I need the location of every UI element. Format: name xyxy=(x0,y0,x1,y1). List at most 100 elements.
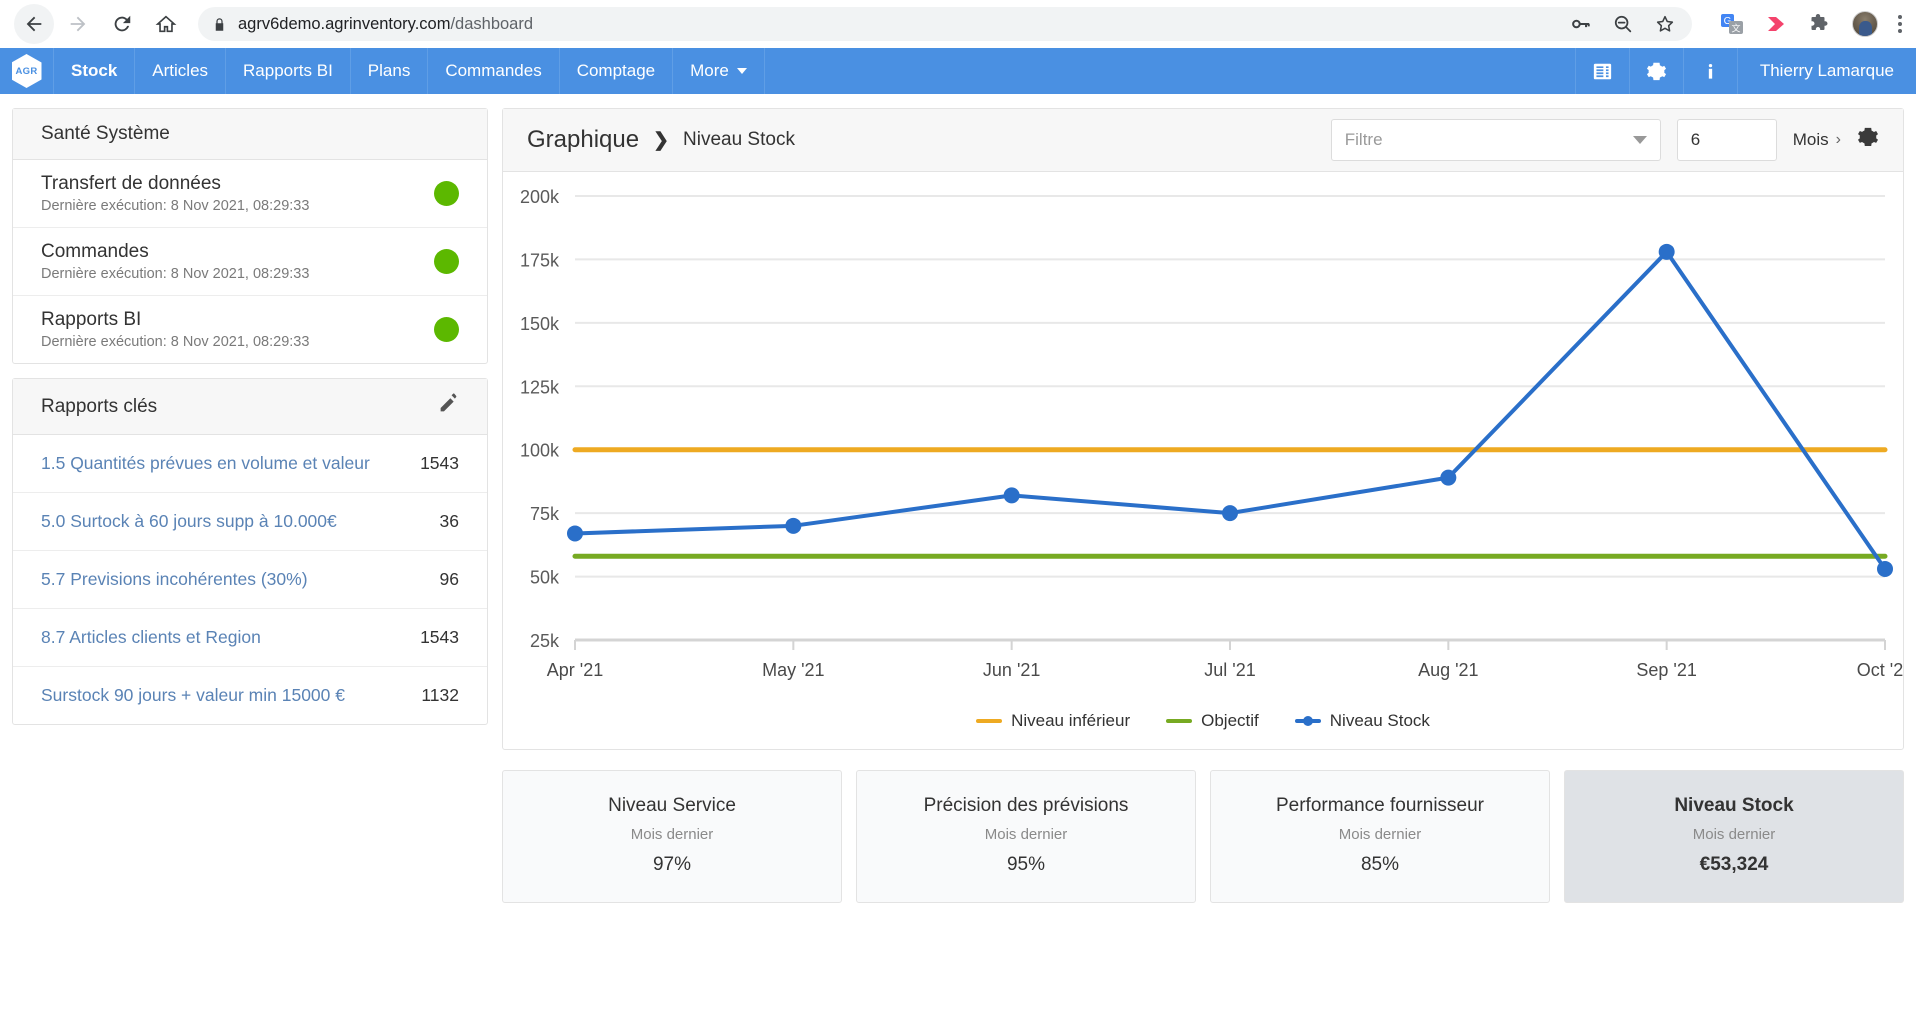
chrome-menu-icon[interactable] xyxy=(1898,15,1902,33)
filter-dropdown[interactable]: Filtre xyxy=(1330,119,1661,161)
user-name-label: Thierry Lamarque xyxy=(1759,61,1894,80)
kpi-card-niveau-stock[interactable]: Niveau Stock Mois dernier €53,324 xyxy=(1564,770,1904,903)
chart-header: Graphique ❯ Niveau Stock Filtre 6 Mois › xyxy=(503,109,1903,172)
report-row[interactable]: 5.7 Previsions incohérentes (30%) 96 xyxy=(13,551,487,609)
legend-item-niveau-inferieur[interactable]: Niveau inférieur xyxy=(976,711,1130,731)
chevron-down-icon xyxy=(1632,136,1647,144)
report-row[interactable]: 5.0 Surtock à 60 jours supp à 10.000€ 36 xyxy=(13,493,487,551)
report-row[interactable]: 8.7 Articles clients et Region 1543 xyxy=(13,609,487,667)
zoom-out-icon[interactable] xyxy=(1612,13,1634,35)
nav-settings-button[interactable] xyxy=(1630,48,1684,94)
svg-text:175k: 175k xyxy=(520,250,560,270)
chart-legend: Niveau inférieur Objectif Niveau Stock xyxy=(503,711,1903,731)
health-row-text: Rapports BI Dernière exécution: 8 Nov 20… xyxy=(41,309,309,350)
chart-plot[interactable]: 25k 50k 75k 100k 125k 150k 175k 200k Apr '21 May … xyxy=(503,182,1913,707)
nav-list-button[interactable] xyxy=(1576,48,1630,94)
forward-button[interactable] xyxy=(58,4,98,44)
password-key-icon[interactable] xyxy=(1570,13,1592,35)
report-link[interactable]: 8.7 Articles clients et Region xyxy=(41,627,261,648)
status-indicator-green xyxy=(434,181,459,206)
legend-item-niveau-stock[interactable]: Niveau Stock xyxy=(1294,711,1430,731)
report-link[interactable]: 5.0 Surtock à 60 jours supp à 10.000€ xyxy=(41,511,337,532)
period-unit-selector[interactable]: Mois › xyxy=(1793,130,1841,150)
svg-text:Jul '21: Jul '21 xyxy=(1204,660,1255,680)
google-translate-icon[interactable]: G 文 xyxy=(1720,12,1744,36)
gear-icon xyxy=(1646,62,1666,80)
kpi-period: Mois dernier xyxy=(630,826,714,843)
report-link[interactable]: Surstock 90 jours + valeur min 15000 € xyxy=(41,685,345,706)
report-row[interactable]: 1.5 Quantités prévues en volume et valeu… xyxy=(13,435,487,493)
list-icon xyxy=(1593,63,1611,79)
chart-settings-button[interactable] xyxy=(1857,126,1879,154)
period-count-input[interactable]: 6 xyxy=(1676,119,1777,161)
user-menu[interactable]: Thierry Lamarque xyxy=(1738,48,1916,94)
kpi-card-niveau-service[interactable]: Niveau Service Mois dernier 97% xyxy=(502,770,842,903)
legend-label: Objectif xyxy=(1201,711,1259,730)
legend-label: Niveau inférieur xyxy=(1011,711,1131,730)
browser-toolbar: agrv6demo.agrinventory.com/dashboard G 文 xyxy=(0,0,1916,48)
bookmark-star-icon[interactable] xyxy=(1654,13,1676,35)
kpi-period: Mois dernier xyxy=(1692,826,1776,843)
nav-item-articles[interactable]: Articles xyxy=(135,48,227,94)
health-row[interactable]: Rapports BI Dernière exécution: 8 Nov 20… xyxy=(13,296,487,363)
line-chart-svg: 25k 50k 75k 100k 125k 150k 175k 200k Apr '21 May … xyxy=(520,187,1913,680)
nav-item-commandes[interactable]: Commandes xyxy=(428,48,560,94)
breadcrumb-main[interactable]: Graphique xyxy=(527,126,639,154)
address-bar[interactable]: agrv6demo.agrinventory.com/dashboard xyxy=(198,7,1692,41)
nav-info-button[interactable] xyxy=(1684,48,1738,94)
kpi-card-performance-fournisseur[interactable]: Performance fournisseur Mois dernier 85% xyxy=(1210,770,1550,903)
back-button[interactable] xyxy=(14,4,54,44)
report-link[interactable]: 1.5 Quantités prévues en volume et valeu… xyxy=(41,453,370,474)
legend-label: Niveau Stock xyxy=(1329,711,1430,730)
kpi-title: Niveau Stock xyxy=(1674,795,1794,816)
report-link[interactable]: 5.7 Previsions incohérentes (30%) xyxy=(41,569,308,590)
kpi-title: Niveau Service xyxy=(608,795,736,816)
legend-item-objectif[interactable]: Objectif xyxy=(1166,711,1259,731)
nav-label: Plans xyxy=(367,61,411,80)
agr-hexagon-icon: AGR xyxy=(11,54,42,88)
app-navbar: AGR Stock Articles Rapports BI Plans Com… xyxy=(0,48,1916,94)
svg-text:50k: 50k xyxy=(530,568,560,588)
health-row[interactable]: Transfert de données Dernière exécution:… xyxy=(13,160,487,228)
nav-item-more[interactable]: More xyxy=(673,48,765,94)
kpi-card-precision-previsions[interactable]: Précision des prévisions Mois dernier 95… xyxy=(856,770,1196,903)
report-row[interactable]: Surstock 90 jours + valeur min 15000 € 1… xyxy=(13,667,487,724)
health-row[interactable]: Commandes Dernière exécution: 8 Nov 2021… xyxy=(13,228,487,296)
nav-item-comptage[interactable]: Comptage xyxy=(560,48,674,94)
nav-label: Commandes xyxy=(445,61,542,80)
pencil-edit-icon[interactable] xyxy=(438,393,459,420)
nav-item-rapports-bi[interactable]: Rapports BI xyxy=(226,48,351,94)
kpi-value: 85% xyxy=(1360,854,1400,875)
svg-text:125k: 125k xyxy=(520,377,560,397)
home-icon xyxy=(155,15,177,33)
svg-text:Oct '21: Oct '21 xyxy=(1857,660,1903,680)
health-row-text: Commandes Dernière exécution: 8 Nov 2021… xyxy=(41,241,309,282)
red-play-extension-icon[interactable] xyxy=(1764,12,1788,36)
key-reports-title: Rapports clés xyxy=(13,379,487,435)
svg-text:200k: 200k xyxy=(520,187,560,207)
nav-item-stock[interactable]: Stock xyxy=(54,48,136,94)
profile-avatar-icon[interactable] xyxy=(1852,11,1878,37)
svg-text:Sep '21: Sep '21 xyxy=(1636,660,1697,680)
report-value: 96 xyxy=(439,569,459,589)
health-last-run: Dernière exécution: 8 Nov 2021, 08:29:33 xyxy=(41,198,310,214)
reload-icon xyxy=(114,15,131,32)
period-count-value: 6 xyxy=(1690,130,1701,149)
legend-swatch xyxy=(1294,716,1321,726)
nav-item-plans[interactable]: Plans xyxy=(351,48,429,94)
period-unit-label: Mois xyxy=(1792,130,1829,149)
app-logo[interactable]: AGR xyxy=(0,48,54,94)
legend-swatch xyxy=(1166,719,1193,723)
reload-button[interactable] xyxy=(102,4,142,44)
extensions-puzzle-icon[interactable] xyxy=(1808,12,1832,36)
home-button[interactable] xyxy=(146,4,186,44)
lock-icon xyxy=(215,17,224,31)
kpi-period: Mois dernier xyxy=(1338,826,1422,843)
breadcrumb-chevron-icon: ❯ xyxy=(653,129,669,151)
card-title-text: Santé Système xyxy=(41,123,170,144)
kpi-cards: Niveau Service Mois dernier 97% Précisio… xyxy=(502,770,1904,903)
legend-swatch xyxy=(976,719,1003,723)
svg-text:25k: 25k xyxy=(530,631,560,651)
svg-text:150k: 150k xyxy=(520,314,560,334)
